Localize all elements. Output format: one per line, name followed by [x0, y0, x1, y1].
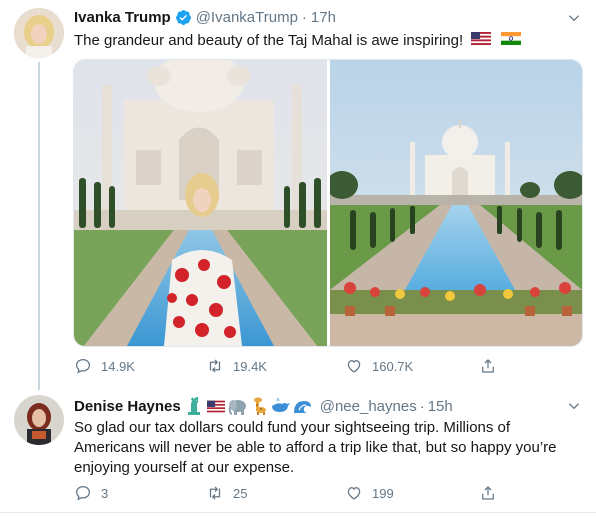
share-icon — [479, 357, 497, 375]
reply-reply-action[interactable]: 3 — [74, 484, 108, 502]
tweet-time[interactable]: 17h — [311, 9, 336, 26]
meta-separator: · — [301, 9, 307, 26]
reply-time[interactable]: 15h — [428, 398, 453, 415]
bottom-divider — [0, 512, 596, 513]
reply-icon — [74, 357, 92, 375]
statue-of-liberty-icon — [184, 397, 204, 415]
reply-icon — [74, 484, 92, 502]
reply-meta-separator: · — [419, 397, 425, 415]
retweet-icon — [206, 484, 224, 502]
giraffe-icon — [251, 397, 267, 415]
reply-text: So glad our tax dollars could fund your … — [74, 418, 556, 478]
media-photo-right[interactable] — [326, 60, 582, 346]
tweet-media — [73, 59, 583, 347]
share-action[interactable] — [479, 357, 497, 375]
like-action[interactable]: 160.7K — [345, 357, 413, 375]
author-handle[interactable]: @IvankaTrump — [196, 9, 298, 26]
author-name[interactable]: Ivanka Trump — [74, 9, 171, 26]
reply-menu-chevron-down-icon[interactable] — [567, 399, 581, 418]
tweet-menu-chevron-down-icon[interactable] — [567, 11, 581, 30]
reply-like-action[interactable]: 199 — [345, 484, 394, 502]
wave-icon — [293, 398, 313, 414]
verified-badge-icon — [175, 9, 192, 26]
us-flag-icon — [471, 31, 492, 51]
thread-line — [38, 62, 40, 390]
elephant-icon — [228, 398, 248, 415]
india-flag-icon — [501, 31, 522, 51]
share-icon — [479, 484, 497, 502]
reply-action[interactable]: 14.9K — [74, 357, 135, 375]
tweet-header: Ivanka Trump @IvankaTrump · 17h — [74, 9, 336, 26]
reply-count: 14.9K — [101, 358, 135, 374]
retweet-action[interactable]: 19.4K — [206, 357, 267, 375]
reply-share-action[interactable] — [479, 484, 497, 502]
us-flag-icon — [206, 400, 225, 413]
reply-text-line: Americans will never be able to afford a… — [74, 439, 557, 456]
retweet-icon — [206, 357, 224, 375]
reply-text-line: enjoying yourself at our expense. — [74, 459, 295, 476]
reply-author-name[interactable]: Denise Haynes — [74, 398, 181, 415]
reply-text-line: So glad our tax dollars could fund your … — [74, 419, 511, 436]
avatar-denise[interactable] — [14, 395, 64, 445]
tweet-text: The grandeur and beauty of the Taj Mahal… — [74, 31, 522, 51]
heart-icon — [345, 357, 363, 375]
reply-retweet-count: 25 — [233, 485, 248, 501]
retweet-count: 19.4K — [233, 358, 267, 374]
reply-header: Denise Haynes @nee_haynes · 15h — [74, 397, 453, 415]
media-photo-left[interactable] — [74, 60, 327, 346]
tweet-text-body: The grandeur and beauty of the Taj Mahal… — [74, 32, 464, 49]
avatar-ivanka[interactable] — [14, 8, 64, 58]
whale-icon — [270, 398, 290, 414]
heart-icon — [345, 484, 363, 502]
reply-author-handle[interactable]: @nee_haynes — [320, 398, 417, 415]
reply-retweet-action[interactable]: 25 — [206, 484, 247, 502]
reply-like-count: 199 — [372, 485, 394, 501]
like-count: 160.7K — [372, 358, 414, 374]
reply-reply-count: 3 — [101, 485, 109, 501]
